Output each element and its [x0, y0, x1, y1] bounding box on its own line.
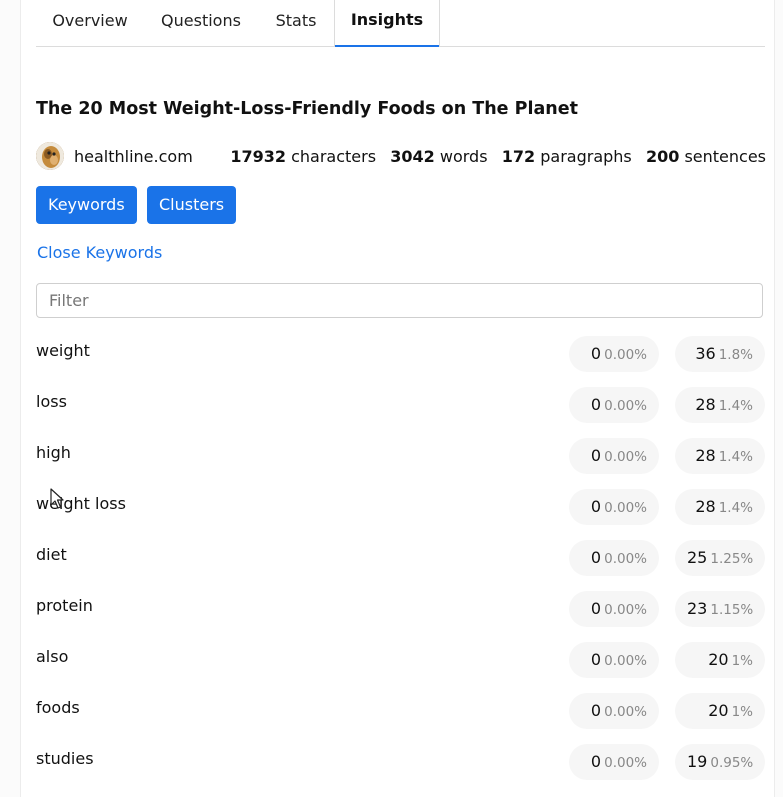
keyword-row[interactable]: foods 0 0.00% 20 1%: [36, 693, 765, 744]
keyword-count-2: 28: [695, 446, 716, 465]
keyword-count-pill-2: 25 1.25%: [675, 540, 765, 576]
keyword-count-2: 19: [687, 752, 708, 771]
keyword-count-1: 0: [590, 752, 602, 771]
keyword-row[interactable]: also 0 0.00% 20 1%: [36, 642, 765, 693]
keyword-percent-2: 1.15%: [710, 602, 754, 618]
keyword-percent-1: 0.00%: [604, 704, 647, 720]
keyword-row[interactable]: weight 0 0.00% 36 1.8%: [36, 336, 765, 387]
characters-count: 17932: [230, 147, 287, 166]
keyword-count-pill-2: 20 1%: [675, 693, 765, 729]
keyword-count-pill-1: 0 0.00%: [569, 540, 659, 576]
keyword-percent-2: 0.95%: [710, 755, 754, 771]
keyword-count-2: 20: [708, 650, 729, 669]
keyword-row[interactable]: diet 0 0.00% 25 1.25%: [36, 540, 765, 591]
keyword-row[interactable]: protein 0 0.00% 23 1.15%: [36, 591, 765, 642]
keyword-count-pill-2: 19 0.95%: [675, 744, 765, 780]
keyword-count-1: 0: [590, 395, 602, 414]
keyword-count-pill-2: 28 1.4%: [675, 387, 765, 423]
keyword-count-pill-1: 0 0.00%: [569, 387, 659, 423]
keyword-count-1: 0: [590, 344, 602, 363]
keyword-percent-1: 0.00%: [604, 347, 647, 363]
keywords-button[interactable]: Keywords: [36, 186, 137, 224]
keyword-percent-1: 0.00%: [604, 602, 647, 618]
keyword-percent-2: 1.4%: [718, 449, 753, 465]
keyword-count-1: 0: [590, 701, 602, 720]
keyword-count-1: 0: [590, 446, 602, 465]
keyword-term: diet: [36, 545, 67, 564]
article-stats: 17932 characters 3042 words 172 paragrap…: [230, 147, 766, 166]
words-count: 3042: [390, 147, 435, 166]
keyword-row[interactable]: studies 0 0.00% 19 0.95%: [36, 744, 765, 795]
sentences-count: 200: [645, 147, 680, 166]
app-frame: Overview Questions Stats Insights The 20…: [0, 0, 783, 797]
keyword-term: studies: [36, 749, 94, 768]
keyword-count-1: 0: [590, 497, 602, 516]
words-label: words: [439, 147, 488, 166]
keyword-count-2: 28: [695, 395, 716, 414]
filter-input[interactable]: [36, 283, 763, 318]
keyword-percent-2: 1.25%: [710, 551, 754, 567]
keyword-count-1: 0: [590, 599, 602, 618]
keyword-row[interactable]: weight loss 0 0.00% 28 1.4%: [36, 489, 765, 540]
keyword-count-pill-1: 0 0.00%: [569, 489, 659, 525]
keyword-percent-2: 1.8%: [718, 347, 753, 363]
keyword-term: weight: [36, 341, 90, 360]
paragraphs-count: 172: [501, 147, 536, 166]
keyword-count-1: 0: [590, 548, 602, 567]
keyword-count-pill-2: 36 1.8%: [675, 336, 765, 372]
keyword-count-pill-2: 20 1%: [675, 642, 765, 678]
article-title: The 20 Most Weight-Loss-Friendly Foods o…: [36, 99, 578, 119]
keyword-count-pill-2: 28 1.4%: [675, 438, 765, 474]
tab-stats[interactable]: Stats: [262, 0, 330, 46]
keyword-row[interactable]: loss 0 0.00% 28 1.4%: [36, 387, 765, 438]
sentences-label: sentences: [684, 147, 766, 166]
keyword-count-pill-2: 23 1.15%: [675, 591, 765, 627]
keyword-count-pill-1: 0 0.00%: [569, 744, 659, 780]
keyword-percent-2: 1%: [731, 704, 753, 720]
keyword-percent-2: 1%: [731, 653, 753, 669]
keyword-count-pill-1: 0 0.00%: [569, 693, 659, 729]
keyword-count-2: 23: [687, 599, 708, 618]
keyword-list: weight 0 0.00% 36 1.8% loss 0 0.00% 28 1.4% …: [36, 336, 765, 795]
keyword-term: loss: [36, 392, 67, 411]
keyword-row[interactable]: high 0 0.00% 28 1.4%: [36, 438, 765, 489]
keyword-count-2: 36: [695, 344, 716, 363]
tab-insights[interactable]: Insights: [334, 0, 440, 47]
keyword-percent-2: 1.4%: [718, 500, 753, 516]
keyword-percent-1: 0.00%: [604, 755, 647, 771]
keyword-count-2: 28: [695, 497, 716, 516]
site-favicon-icon: [36, 142, 64, 170]
keyword-count-2: 20: [708, 701, 729, 720]
keyword-percent-1: 0.00%: [604, 500, 647, 516]
keyword-percent-2: 1.4%: [718, 398, 753, 414]
keyword-count-pill-1: 0 0.00%: [569, 336, 659, 372]
keyword-count-pill-1: 0 0.00%: [569, 591, 659, 627]
keyword-count-pill-1: 0 0.00%: [569, 438, 659, 474]
left-rail: [0, 0, 21, 797]
tab-overview[interactable]: Overview: [36, 0, 144, 46]
keyword-term: foods: [36, 698, 80, 717]
clusters-button[interactable]: Clusters: [147, 186, 237, 224]
right-scrollbar[interactable]: [774, 0, 783, 797]
keyword-count-pill-1: 0 0.00%: [569, 642, 659, 678]
close-keywords-link[interactable]: Close Keywords: [37, 243, 162, 262]
article-source-row: healthline.com 17932 characters 3042 wor…: [36, 142, 766, 170]
keyword-count-1: 0: [590, 650, 602, 669]
article-domain: healthline.com: [74, 147, 193, 166]
keyword-term: also: [36, 647, 69, 666]
tab-questions[interactable]: Questions: [148, 0, 254, 46]
keyword-count-pill-2: 28 1.4%: [675, 489, 765, 525]
keyword-percent-1: 0.00%: [604, 653, 647, 669]
keyword-percent-1: 0.00%: [604, 449, 647, 465]
keyword-percent-1: 0.00%: [604, 551, 647, 567]
mouse-pointer-icon: [50, 488, 64, 509]
paragraphs-label: paragraphs: [540, 147, 632, 166]
keyword-count-2: 25: [687, 548, 708, 567]
keyword-percent-1: 0.00%: [604, 398, 647, 414]
keyword-term: protein: [36, 596, 93, 615]
keyword-term: high: [36, 443, 71, 462]
tab-bar: Overview Questions Stats Insights: [36, 0, 765, 47]
characters-label: characters: [291, 147, 377, 166]
